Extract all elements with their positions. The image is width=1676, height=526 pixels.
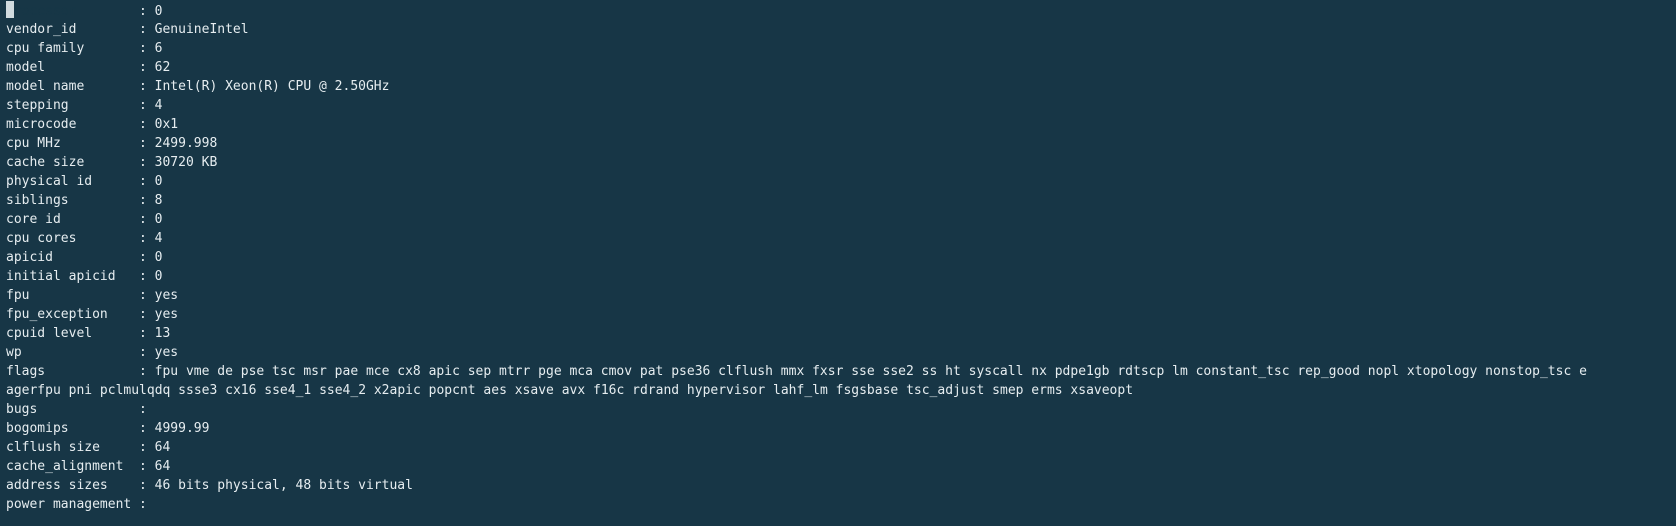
cpuinfo-line: address sizes : 46 bits physical, 48 bits… <box>0 476 1676 495</box>
cpuinfo-line: cpu family : 6 <box>0 39 1676 58</box>
cpuinfo-value: : <box>139 402 147 417</box>
cpuinfo-line: fpu_exception : yes <box>0 305 1676 324</box>
cpuinfo-value: : 64 <box>139 459 171 474</box>
cpuinfo-value: : 0 <box>139 212 163 227</box>
cpuinfo-key: vendor_id <box>6 22 77 37</box>
cpuinfo-line-flags-wrap: agerfpu pni pclmulqdq ssse3 cx16 sse4_1 … <box>6 383 1134 398</box>
cpuinfo-key: microcode <box>6 117 77 132</box>
cpuinfo-line: siblings : 8 <box>0 191 1676 210</box>
cpuinfo-key: siblings <box>6 193 69 208</box>
cpuinfo-line: apicid : 0 <box>0 248 1676 267</box>
cpuinfo-value: : yes <box>139 345 179 360</box>
cpuinfo-key: core id <box>6 212 61 227</box>
cpuinfo-key: power management <box>6 497 132 512</box>
cpuinfo-key: wp <box>6 345 22 360</box>
cpuinfo-key: address sizes <box>6 478 108 493</box>
cpuinfo-value: : yes <box>139 307 179 322</box>
cpuinfo-value: : Intel(R) Xeon(R) CPU @ 2.50GHz <box>139 79 390 94</box>
cpuinfo-value: : 4 <box>139 231 163 246</box>
cpuinfo-value: : 0 <box>139 269 163 284</box>
cpuinfo-value: : 0x1 <box>139 117 179 132</box>
cpuinfo-line: cpu cores : 4 <box>0 229 1676 248</box>
cpuinfo-value: : 46 bits physical, 48 bits virtual <box>139 478 413 493</box>
cpuinfo-key: clflush size <box>6 440 100 455</box>
cpuinfo-value: : 13 <box>139 326 171 341</box>
cpuinfo-line: power management: <box>0 495 1676 514</box>
cpuinfo-line: initial apicid : 0 <box>0 267 1676 286</box>
cpuinfo-line: stepping : 4 <box>0 96 1676 115</box>
cpuinfo-value: : 2499.998 <box>139 136 218 151</box>
cpuinfo-line: cpuid level : 13 <box>0 324 1676 343</box>
cpuinfo-line: model : 62 <box>0 58 1676 77</box>
cpuinfo-line: bugs: <box>0 400 1676 419</box>
cpuinfo-key: cache_alignment <box>6 459 124 474</box>
cpuinfo-line: vendor_id : GenuineIntel <box>0 20 1676 39</box>
cpuinfo-line: cache_alignment : 64 <box>0 457 1676 476</box>
cpuinfo-line: wp : yes <box>0 343 1676 362</box>
cpuinfo-key: initial apicid <box>6 269 116 284</box>
cpuinfo-line: core id : 0 <box>0 210 1676 229</box>
cpuinfo-value: : 0 <box>139 174 163 189</box>
cpuinfo-key: fpu_exception <box>6 307 108 322</box>
cpuinfo-line: model name : Intel(R) Xeon(R) CPU @ 2.50G… <box>0 77 1676 96</box>
cpuinfo-key: cache size <box>6 155 85 170</box>
cpuinfo-key: cpu MHz <box>6 136 61 151</box>
cpuinfo-value: : 0 <box>139 4 163 19</box>
cpuinfo-key: cpuid level <box>6 326 93 341</box>
cpuinfo-key: model name <box>6 79 85 94</box>
cpuinfo-line: physical id : 0 <box>0 172 1676 191</box>
cpuinfo-value: : fpu vme de pse tsc msr pae mce cx8 api… <box>139 364 1587 379</box>
cpuinfo-key: fpu <box>6 288 30 303</box>
cpuinfo-key: model <box>6 60 46 75</box>
cpuinfo-value: : 4 <box>139 98 163 113</box>
text-cursor <box>6 1 14 18</box>
cpuinfo-value: : 62 <box>139 60 171 75</box>
cpuinfo-line: processor: 0 <box>0 1 1676 20</box>
cpuinfo-key: bugs <box>6 402 38 417</box>
cpuinfo-line: cpu MHz : 2499.998 <box>0 134 1676 153</box>
cpuinfo-value: : <box>139 497 147 512</box>
cpuinfo-value: : 30720 KB <box>139 155 218 170</box>
cpuinfo-value: : 64 <box>139 440 171 455</box>
cpuinfo-line: microcode : 0x1 <box>0 115 1676 134</box>
cpuinfo-value: : 6 <box>139 41 163 56</box>
cpuinfo-key: bogomips <box>6 421 69 436</box>
cpuinfo-key: physical id <box>6 174 93 189</box>
cpuinfo-line-flags: flags : fpu vme de pse tsc msr pae mce cx… <box>0 362 1676 381</box>
cpuinfo-key: apicid <box>6 250 53 265</box>
cpuinfo-key: cpu family <box>6 41 85 56</box>
cpuinfo-key: processor <box>6 1 139 21</box>
cpuinfo-value: : 4999.99 <box>139 421 210 436</box>
cpuinfo-key: stepping <box>6 98 69 113</box>
cpuinfo-key: cpu cores <box>6 231 77 246</box>
cpuinfo-line: clflush size : 64 <box>0 438 1676 457</box>
cpuinfo-value: : 8 <box>139 193 163 208</box>
cpuinfo-line: cache size : 30720 KB <box>0 153 1676 172</box>
cpuinfo-value: : yes <box>139 288 179 303</box>
terminal-window[interactable]: processor: 0 vendor_id: GenuineIntel cpu… <box>0 0 1676 526</box>
cpuinfo-line: bogomips : 4999.99 <box>0 419 1676 438</box>
cpuinfo-key: flags <box>6 364 46 379</box>
cpuinfo-line: fpu : yes <box>0 286 1676 305</box>
cpuinfo-value: : GenuineIntel <box>139 22 249 37</box>
cpuinfo-value: : 0 <box>139 250 163 265</box>
